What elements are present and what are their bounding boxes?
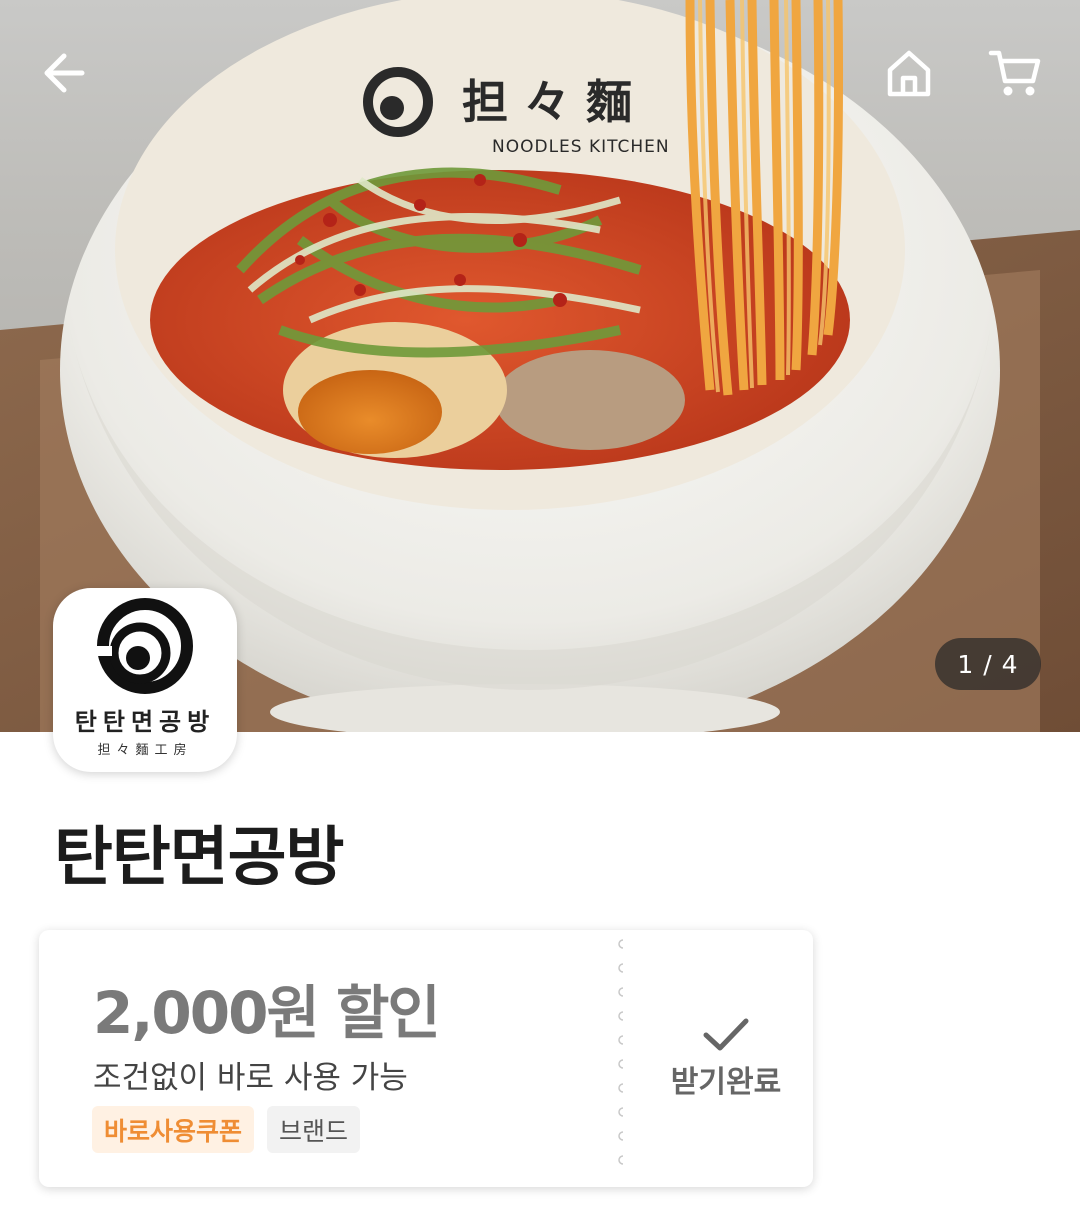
coupon-card[interactable]: 2,000원 할인 조건없이 바로 사용 가능 바로사용쿠폰 브랜드 받기완료 — [39, 930, 813, 1187]
home-button[interactable] — [874, 38, 944, 108]
arrow-left-icon — [44, 53, 85, 93]
claim-status[interactable]: 받기완료 — [639, 930, 813, 1187]
perforation-divider — [618, 939, 624, 1165]
coupon-amount: 2,000원 할인 — [93, 979, 441, 1047]
store-name: 탄탄면공방 — [54, 821, 344, 895]
brand-spiral-logo — [90, 598, 193, 694]
back-button[interactable] — [30, 38, 100, 108]
claim-complete-label: 받기완료 — [670, 1064, 782, 1100]
cart-icon — [988, 50, 1041, 96]
tag-direct-use: 바로사용쿠폰 — [92, 1106, 255, 1153]
coupon-description: 조건없이 바로 사용 가능 — [93, 1060, 408, 1096]
brand-logo: 탄탄면공방 担々麵工房 — [53, 588, 237, 772]
tag-brand: 브랜드 — [267, 1106, 361, 1153]
bowl-text: NOODLES KITCHEN — [492, 137, 670, 157]
logo-hanja-text: 担々麵工房 — [97, 743, 193, 758]
check-icon — [703, 1018, 749, 1050]
cart-button[interactable] — [980, 38, 1050, 108]
logo-korean-text: 탄탄면공방 — [74, 707, 216, 736]
page-indicator: 1 / 4 — [935, 638, 1041, 690]
svg-text:担 々 麵: 担 々 麵 — [462, 75, 632, 129]
home-icon — [887, 50, 931, 97]
